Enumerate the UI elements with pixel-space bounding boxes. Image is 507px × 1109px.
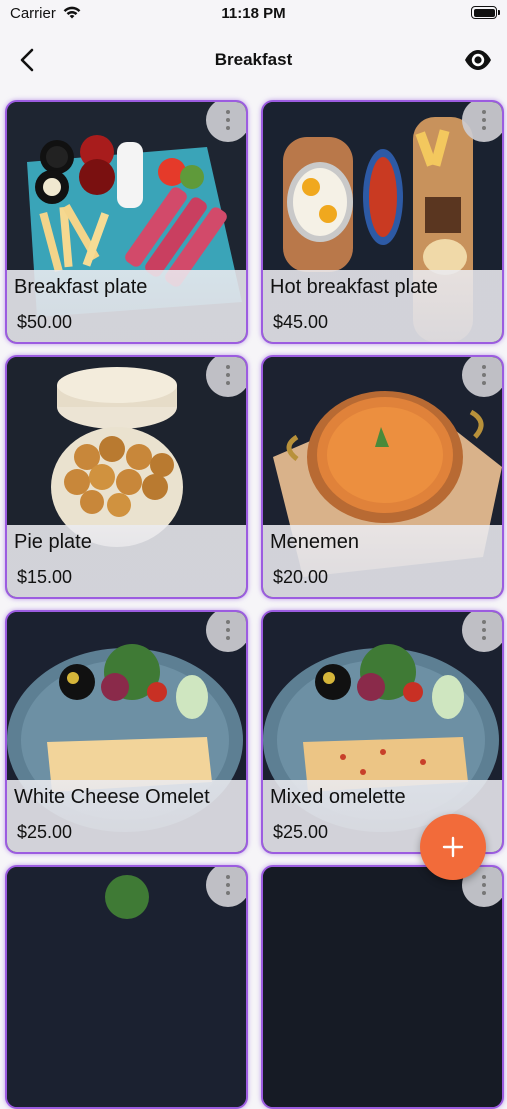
product-card[interactable]: Menemen $20.00	[261, 355, 504, 599]
product-name: Breakfast plate	[14, 276, 148, 298]
product-caption: Hot breakfast plate $45.00	[263, 270, 502, 342]
plus-icon	[442, 836, 464, 858]
navigation-bar: Breakfast	[0, 30, 507, 88]
product-name: Menemen	[270, 531, 359, 553]
status-bar: Carrier 11:18 PM	[0, 0, 507, 28]
product-card[interactable]	[261, 865, 504, 1109]
more-options-button[interactable]	[462, 357, 502, 397]
more-options-button[interactable]	[206, 612, 246, 652]
product-price: $15.00	[17, 567, 73, 587]
product-name: Mixed omelette	[270, 786, 406, 808]
product-caption: White Cheese Omelet $25.00	[7, 780, 246, 852]
product-image	[7, 867, 246, 1107]
more-options-button[interactable]	[462, 102, 502, 142]
product-name: Pie plate	[14, 531, 92, 553]
more-options-button[interactable]	[206, 102, 246, 142]
product-card[interactable]: Hot breakfast plate $45.00	[261, 100, 504, 344]
product-price: $20.00	[273, 567, 329, 587]
product-name: Hot breakfast plate	[270, 276, 438, 298]
product-price: $25.00	[273, 822, 329, 842]
product-caption: Pie plate $15.00	[7, 525, 246, 597]
product-price: $50.00	[17, 312, 73, 332]
product-name: White Cheese Omelet	[14, 786, 210, 808]
product-caption: Menemen $20.00	[263, 525, 502, 597]
eye-icon[interactable]	[463, 45, 493, 75]
product-price: $45.00	[273, 312, 329, 332]
product-card[interactable]	[5, 865, 248, 1109]
more-options-button[interactable]	[462, 612, 502, 652]
battery-icon	[471, 6, 500, 19]
product-card[interactable]: Breakfast plate $50.00	[5, 100, 248, 344]
product-card[interactable]: White Cheese Omelet $25.00	[5, 610, 248, 854]
product-price: $25.00	[17, 822, 73, 842]
clock: 11:18 PM	[221, 5, 286, 22]
more-options-button[interactable]	[206, 867, 246, 907]
add-item-button[interactable]	[420, 814, 486, 880]
product-caption: Breakfast plate $50.00	[7, 270, 246, 342]
product-card[interactable]: Pie plate $15.00	[5, 355, 248, 599]
product-image	[263, 867, 502, 1107]
page-title: Breakfast	[214, 50, 293, 69]
more-options-button[interactable]	[206, 357, 246, 397]
